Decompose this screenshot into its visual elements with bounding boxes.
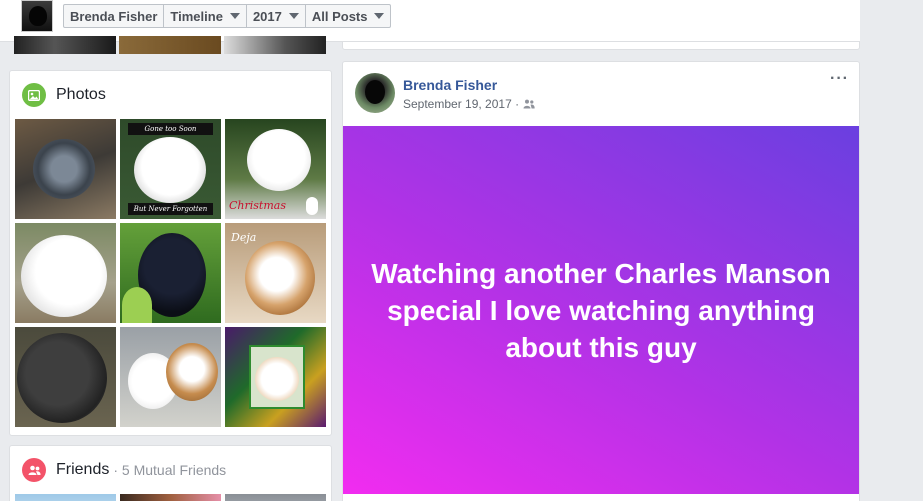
post-author-name[interactable]: Brenda Fisher bbox=[403, 77, 497, 93]
status-text: Watching another Charles Manson special … bbox=[371, 257, 831, 363]
friends-card: Friends · 5 Mutual Friends bbox=[9, 445, 332, 501]
post-timestamp[interactable]: September 19, 2017 · bbox=[403, 97, 519, 111]
mutual-friends-count[interactable]: · 5 Mutual Friends bbox=[113, 462, 226, 478]
friend-thumbnail[interactable] bbox=[225, 494, 326, 501]
friends-header: Friends · 5 Mutual Friends bbox=[10, 446, 331, 494]
friend-thumbnail[interactable] bbox=[15, 494, 116, 501]
photo-thumbnail[interactable]: Deja bbox=[225, 223, 326, 323]
breadcrumb-profile-name[interactable]: Brenda Fisher bbox=[64, 5, 165, 27]
breadcrumb-post-filter[interactable]: All Posts bbox=[306, 5, 391, 27]
breadcrumb-timeline[interactable]: Timeline bbox=[164, 5, 247, 27]
photo-thumbnail[interactable] bbox=[15, 327, 116, 427]
strip-image[interactable] bbox=[119, 36, 221, 54]
friend-thumbnail[interactable] bbox=[120, 494, 221, 501]
chevron-down-icon bbox=[288, 13, 299, 19]
author-avatar[interactable] bbox=[355, 73, 395, 113]
photos-card: Photos Gone too Soon But Never Forgotten… bbox=[9, 70, 332, 436]
post-meta: September 19, 2017 · bbox=[403, 97, 535, 111]
photo-thumbnail[interactable] bbox=[15, 223, 116, 323]
photo-thumbnail[interactable] bbox=[225, 327, 326, 427]
friends-icon bbox=[22, 458, 46, 482]
strip-image[interactable] bbox=[14, 36, 116, 54]
strip-image[interactable] bbox=[224, 36, 326, 54]
photo-thumbnail[interactable] bbox=[120, 223, 221, 323]
status-background[interactable]: Watching another Charles Manson special … bbox=[343, 126, 859, 494]
friends-audience-icon[interactable] bbox=[523, 99, 535, 109]
status-post-card: Brenda Fisher September 19, 2017 · ··· W… bbox=[342, 61, 860, 501]
friend-thumbnails bbox=[15, 494, 326, 501]
chevron-down-icon bbox=[374, 13, 385, 19]
breadcrumb: Brenda Fisher Timeline 2017 All Posts bbox=[63, 4, 392, 28]
photos-header: Photos bbox=[10, 71, 331, 119]
profile-thumbnail[interactable] bbox=[21, 0, 53, 32]
photos-title[interactable]: Photos bbox=[56, 86, 106, 104]
friends-title[interactable]: Friends bbox=[56, 461, 109, 479]
photo-thumbnail[interactable]: Gone too Soon But Never Forgotten bbox=[120, 119, 221, 219]
photo-icon bbox=[22, 83, 46, 107]
chevron-down-icon bbox=[229, 13, 240, 19]
post-options-button[interactable]: ··· bbox=[830, 70, 849, 88]
photo-thumbnail[interactable] bbox=[15, 119, 116, 219]
photo-grid: Gone too Soon But Never Forgotten Christ… bbox=[15, 119, 326, 427]
previous-card-image-strip bbox=[14, 36, 326, 54]
photo-thumbnail[interactable]: Christmas bbox=[225, 119, 326, 219]
photo-thumbnail[interactable] bbox=[120, 327, 221, 427]
breadcrumb-year[interactable]: 2017 bbox=[247, 5, 306, 27]
